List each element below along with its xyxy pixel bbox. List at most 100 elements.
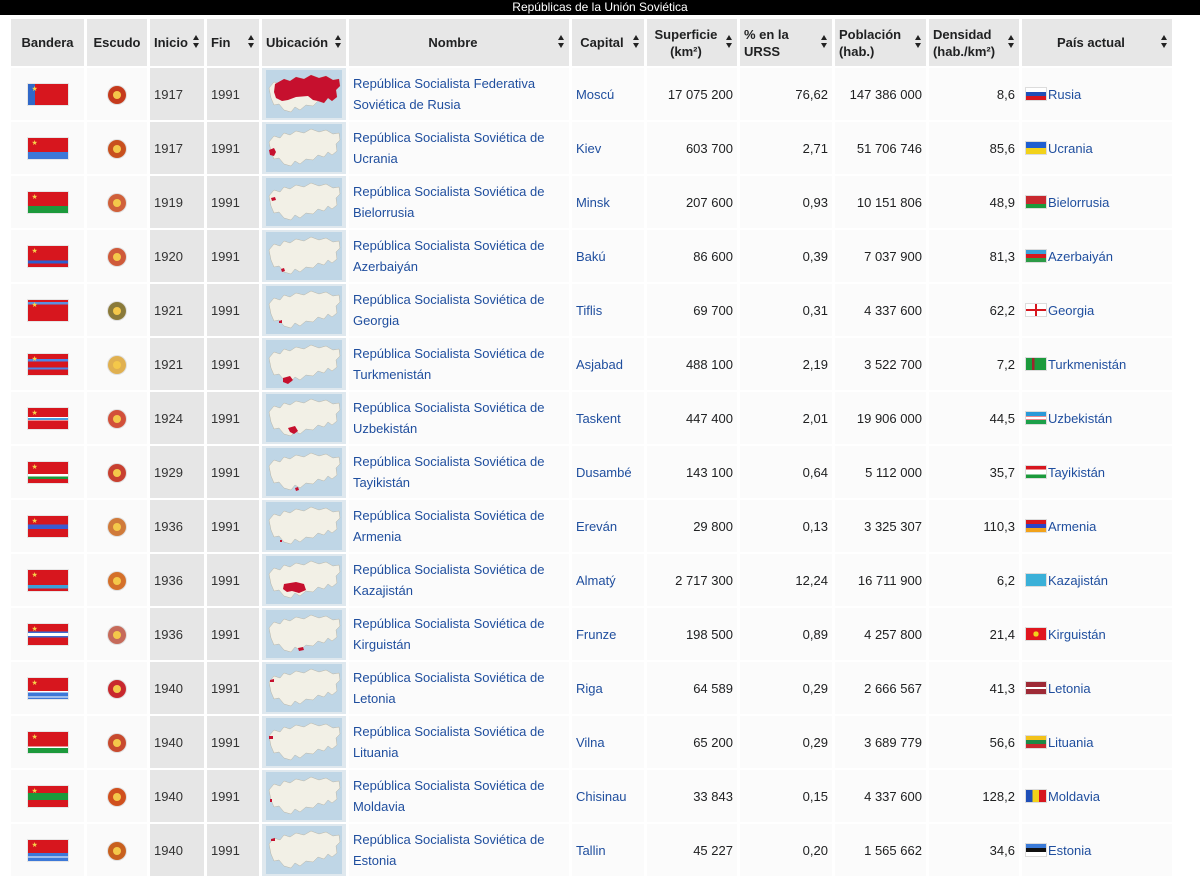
sort-arrows-icon[interactable] xyxy=(820,35,828,48)
republic-name-link[interactable]: República Socialista Soviética de Letonia xyxy=(353,670,545,706)
pais-link[interactable]: Georgia xyxy=(1048,303,1094,318)
republic-name-link[interactable]: República Socialista Soviética de Moldavi… xyxy=(353,778,545,814)
map-armenia-icon[interactable] xyxy=(265,502,342,550)
map-russia-icon[interactable] xyxy=(265,70,342,118)
flag-lithuanian-ssr-icon[interactable]: ★ xyxy=(27,732,68,754)
capital-link[interactable]: Asjabad xyxy=(576,357,623,372)
flag-tajik-ssr-icon[interactable]: ★ xyxy=(27,462,68,484)
republic-name-link[interactable]: República Socialista Soviética de Armenia xyxy=(353,508,545,544)
coat-of-arms-estonia-icon[interactable] xyxy=(108,842,126,861)
capital-link[interactable]: Chisinau xyxy=(576,789,627,804)
coat-of-arms-turkmenistan-icon[interactable] xyxy=(108,356,126,375)
column-header-capital[interactable]: Capital xyxy=(571,19,644,66)
coat-of-arms-lithuania-icon[interactable] xyxy=(108,734,126,753)
pais-link[interactable]: Letonia xyxy=(1048,681,1091,696)
sort-arrows-icon[interactable] xyxy=(1007,35,1015,48)
map-kazakhstan-icon[interactable] xyxy=(265,556,342,604)
republic-name-link[interactable]: República Socialista Soviética de Georgia xyxy=(353,292,545,328)
sort-arrows-icon[interactable] xyxy=(632,35,640,48)
sort-arrows-icon[interactable] xyxy=(247,35,255,48)
capital-link[interactable]: Bakú xyxy=(576,249,606,264)
pais-link[interactable]: Armenia xyxy=(1048,519,1096,534)
coat-of-arms-belarus-icon[interactable] xyxy=(108,194,126,213)
flag-latvian-ssr-icon[interactable]: ★ xyxy=(27,678,68,700)
republic-name-link[interactable]: República Socialista Soviética de Azerbai… xyxy=(353,238,545,274)
column-header-nombre[interactable]: Nombre xyxy=(348,19,569,66)
column-header-pais[interactable]: País actual xyxy=(1021,19,1172,66)
column-header-poblacion[interactable]: Población (hab.) xyxy=(834,19,926,66)
map-kyrgyzstan-icon[interactable] xyxy=(265,610,342,658)
sort-arrows-icon[interactable] xyxy=(725,35,733,48)
republic-name-link[interactable]: República Socialista Soviética de Estonia xyxy=(353,832,545,868)
coat-of-arms-russia-icon[interactable] xyxy=(108,86,126,105)
flag-armenian-ssr-icon[interactable]: ★ xyxy=(27,516,68,538)
republic-name-link[interactable]: República Socialista Soviética de Lituani… xyxy=(353,724,545,760)
pais-link[interactable]: Lituania xyxy=(1048,735,1094,750)
map-ukraine-icon[interactable] xyxy=(265,124,342,172)
pais-link[interactable]: Kazajistán xyxy=(1048,573,1108,588)
coat-of-arms-ukraine-icon[interactable] xyxy=(108,140,126,159)
map-uzbekistan-icon[interactable] xyxy=(265,394,342,442)
capital-link[interactable]: Tallin xyxy=(576,843,606,858)
pais-link[interactable]: Bielorrusia xyxy=(1048,195,1109,210)
coat-of-arms-uzbekistan-icon[interactable] xyxy=(108,410,126,429)
column-header-superficie[interactable]: Superficie (km²) xyxy=(646,19,737,66)
column-header-inicio[interactable]: Inicio xyxy=(150,19,204,66)
coat-of-arms-georgia-icon[interactable] xyxy=(108,302,126,321)
capital-link[interactable]: Moscú xyxy=(576,87,614,102)
flag-azerbaijan-ssr-icon[interactable]: ★ xyxy=(27,246,68,268)
capital-link[interactable]: Taskent xyxy=(576,411,621,426)
capital-link[interactable]: Minsk xyxy=(576,195,610,210)
coat-of-arms-latvia-icon[interactable] xyxy=(108,680,126,699)
republic-name-link[interactable]: República Socialista Soviética de Kirguis… xyxy=(353,616,545,652)
pais-link[interactable]: Rusia xyxy=(1048,87,1081,102)
sort-arrows-icon[interactable] xyxy=(1160,35,1168,48)
coat-of-arms-kazakhstan-icon[interactable] xyxy=(108,572,126,591)
map-estonia-icon[interactable] xyxy=(265,826,342,874)
column-header-densidad[interactable]: Densidad (hab./km²) xyxy=(928,19,1019,66)
republic-name-link[interactable]: República Socialista Soviética de Ucrania xyxy=(353,130,545,166)
flag-georgian-ssr-icon[interactable]: ★ xyxy=(27,300,68,322)
column-header-urss[interactable]: % en la URSS xyxy=(739,19,832,66)
sort-arrows-icon[interactable] xyxy=(914,35,922,48)
column-header-fin[interactable]: Fin xyxy=(206,19,259,66)
capital-link[interactable]: Ereván xyxy=(576,519,617,534)
flag-turkmen-ssr-icon[interactable]: ★ xyxy=(27,354,68,376)
flag-byelorussian-ssr-icon[interactable]: ★ xyxy=(27,192,68,214)
map-tajikistan-icon[interactable] xyxy=(265,448,342,496)
capital-link[interactable]: Vilna xyxy=(576,735,605,750)
pais-link[interactable]: Ucrania xyxy=(1048,141,1093,156)
coat-of-arms-azerbaijan-icon[interactable] xyxy=(108,248,126,267)
republic-name-link[interactable]: República Socialista Soviética de Turkmen… xyxy=(353,346,545,382)
coat-of-arms-moldova-icon[interactable] xyxy=(108,788,126,807)
republic-name-link[interactable]: República Socialista Soviética de Kazajis… xyxy=(353,562,545,598)
map-lithuania-icon[interactable] xyxy=(265,718,342,766)
coat-of-arms-tajikistan-icon[interactable] xyxy=(108,464,126,483)
coat-of-arms-armenia-icon[interactable] xyxy=(108,518,126,537)
capital-link[interactable]: Riga xyxy=(576,681,603,696)
capital-link[interactable]: Frunze xyxy=(576,627,616,642)
map-belarus-icon[interactable] xyxy=(265,178,342,226)
capital-link[interactable]: Kiev xyxy=(576,141,601,156)
pais-link[interactable]: Turkmenistán xyxy=(1048,357,1126,372)
coat-of-arms-kyrgyzstan-icon[interactable] xyxy=(108,626,126,645)
republic-name-link[interactable]: República Socialista Federativa Soviética… xyxy=(353,76,535,112)
pais-link[interactable]: Uzbekistán xyxy=(1048,411,1112,426)
sort-arrows-icon[interactable] xyxy=(557,35,565,48)
column-header-ubicacion[interactable]: Ubicación xyxy=(261,19,346,66)
flag-moldavian-ssr-icon[interactable]: ★ xyxy=(27,786,68,808)
capital-link[interactable]: Almatý xyxy=(576,573,616,588)
pais-link[interactable]: Kirguistán xyxy=(1048,627,1106,642)
sort-arrows-icon[interactable] xyxy=(192,35,200,48)
flag-uzbek-ssr-icon[interactable]: ★ xyxy=(27,408,68,430)
republic-name-link[interactable]: República Socialista Soviética de Bielorr… xyxy=(353,184,545,220)
flag-rsfsr-icon[interactable]: ★ xyxy=(27,84,68,106)
pais-link[interactable]: Azerbaiyán xyxy=(1048,249,1113,264)
flag-kazakh-ssr-icon[interactable]: ★ xyxy=(27,570,68,592)
capital-link[interactable]: Tiflis xyxy=(576,303,602,318)
flag-estonian-ssr-icon[interactable]: ★ xyxy=(27,840,68,862)
republic-name-link[interactable]: República Socialista Soviética de Uzbekis… xyxy=(353,400,545,436)
flag-ukrainian-ssr-icon[interactable]: ★ xyxy=(27,138,68,160)
flag-kirghiz-ssr-icon[interactable]: ★ xyxy=(27,624,68,646)
republic-name-link[interactable]: República Socialista Soviética de Tayikis… xyxy=(353,454,545,490)
